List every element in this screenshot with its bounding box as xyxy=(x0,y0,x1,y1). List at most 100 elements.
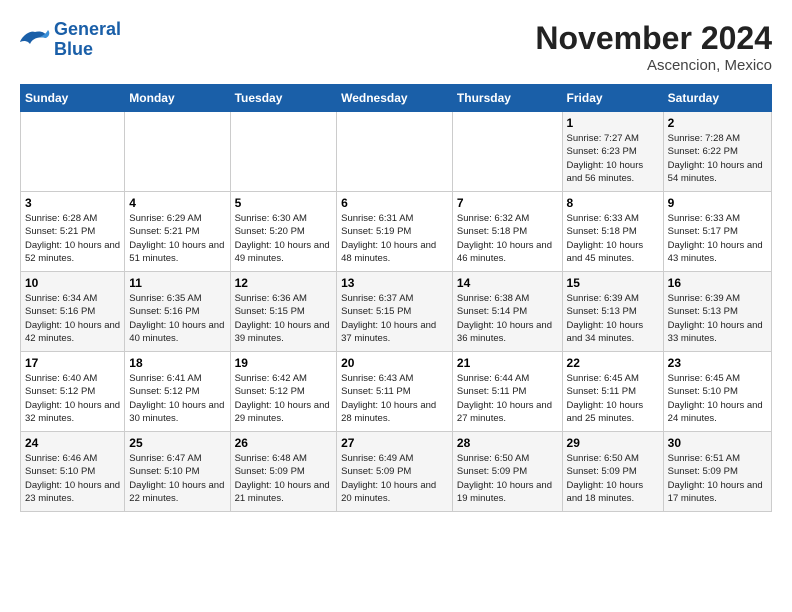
day-info: Sunrise: 6:34 AM Sunset: 5:16 PM Dayligh… xyxy=(25,292,120,345)
header-monday: Monday xyxy=(125,85,230,112)
calendar-cell: 16 Sunrise: 6:39 AM Sunset: 5:13 PM Dayli… xyxy=(663,272,771,352)
week-row-1: 3 Sunrise: 6:28 AM Sunset: 5:21 PM Daylig… xyxy=(21,192,772,272)
calendar-cell: 8 Sunrise: 6:33 AM Sunset: 5:18 PM Daylig… xyxy=(562,192,663,272)
day-info: Sunrise: 6:36 AM Sunset: 5:15 PM Dayligh… xyxy=(235,292,333,345)
header-friday: Friday xyxy=(562,85,663,112)
calendar-cell: 7 Sunrise: 6:32 AM Sunset: 5:18 PM Daylig… xyxy=(452,192,562,272)
day-info: Sunrise: 6:33 AM Sunset: 5:18 PM Dayligh… xyxy=(567,212,659,265)
day-info: Sunrise: 6:45 AM Sunset: 5:11 PM Dayligh… xyxy=(567,372,659,425)
day-number: 8 xyxy=(567,196,659,210)
calendar-cell: 28 Sunrise: 6:50 AM Sunset: 5:09 PM Dayli… xyxy=(452,432,562,512)
day-number: 11 xyxy=(129,276,225,290)
day-number: 24 xyxy=(25,436,120,450)
day-info: Sunrise: 6:41 AM Sunset: 5:12 PM Dayligh… xyxy=(129,372,225,425)
day-info: Sunrise: 6:49 AM Sunset: 5:09 PM Dayligh… xyxy=(341,452,448,505)
day-info: Sunrise: 6:51 AM Sunset: 5:09 PM Dayligh… xyxy=(668,452,767,505)
day-info: Sunrise: 6:45 AM Sunset: 5:10 PM Dayligh… xyxy=(668,372,767,425)
month-title: November 2024 xyxy=(535,20,772,57)
page-header: General Blue November 2024 Ascencion, Me… xyxy=(20,20,772,74)
day-number: 21 xyxy=(457,356,558,370)
day-number: 25 xyxy=(129,436,225,450)
day-number: 3 xyxy=(25,196,120,210)
day-number: 20 xyxy=(341,356,448,370)
day-number: 30 xyxy=(668,436,767,450)
day-info: Sunrise: 6:33 AM Sunset: 5:17 PM Dayligh… xyxy=(668,212,767,265)
calendar-cell: 27 Sunrise: 6:49 AM Sunset: 5:09 PM Dayli… xyxy=(337,432,453,512)
day-number: 28 xyxy=(457,436,558,450)
day-info: Sunrise: 6:35 AM Sunset: 5:16 PM Dayligh… xyxy=(129,292,225,345)
day-info: Sunrise: 6:42 AM Sunset: 5:12 PM Dayligh… xyxy=(235,372,333,425)
day-info: Sunrise: 6:29 AM Sunset: 5:21 PM Dayligh… xyxy=(129,212,225,265)
calendar-cell: 15 Sunrise: 6:39 AM Sunset: 5:13 PM Dayli… xyxy=(562,272,663,352)
day-number: 5 xyxy=(235,196,333,210)
logo: General Blue xyxy=(20,20,121,60)
header-sunday: Sunday xyxy=(21,85,125,112)
day-info: Sunrise: 7:28 AM Sunset: 6:22 PM Dayligh… xyxy=(668,132,767,185)
day-info: Sunrise: 6:39 AM Sunset: 5:13 PM Dayligh… xyxy=(668,292,767,345)
logo-text: General Blue xyxy=(54,20,121,60)
week-row-4: 24Sunrise: 6:46 AM Sunset: 5:10 PM Dayli… xyxy=(21,432,772,512)
calendar-cell: 11 Sunrise: 6:35 AM Sunset: 5:16 PM Dayli… xyxy=(125,272,230,352)
day-number: 23 xyxy=(668,356,767,370)
day-number: 27 xyxy=(341,436,448,450)
day-number: 1 xyxy=(567,116,659,130)
calendar-cell: 17Sunrise: 6:40 AM Sunset: 5:12 PM Dayli… xyxy=(21,352,125,432)
day-number: 14 xyxy=(457,276,558,290)
title-block: November 2024 Ascencion, Mexico xyxy=(535,20,772,74)
calendar-cell: 9 Sunrise: 6:33 AM Sunset: 5:17 PM Daylig… xyxy=(663,192,771,272)
calendar-cell: 10Sunrise: 6:34 AM Sunset: 5:16 PM Dayli… xyxy=(21,272,125,352)
calendar-cell xyxy=(452,112,562,192)
day-number: 7 xyxy=(457,196,558,210)
week-row-3: 17Sunrise: 6:40 AM Sunset: 5:12 PM Dayli… xyxy=(21,352,772,432)
day-info: Sunrise: 6:31 AM Sunset: 5:19 PM Dayligh… xyxy=(341,212,448,265)
calendar-cell: 4 Sunrise: 6:29 AM Sunset: 5:21 PM Daylig… xyxy=(125,192,230,272)
calendar-cell: 12 Sunrise: 6:36 AM Sunset: 5:15 PM Dayli… xyxy=(230,272,337,352)
calendar-cell xyxy=(230,112,337,192)
day-info: Sunrise: 6:44 AM Sunset: 5:11 PM Dayligh… xyxy=(457,372,558,425)
day-info: Sunrise: 6:40 AM Sunset: 5:12 PM Dayligh… xyxy=(25,372,120,425)
calendar-cell: 3 Sunrise: 6:28 AM Sunset: 5:21 PM Daylig… xyxy=(21,192,125,272)
calendar-cell: 2 Sunrise: 7:28 AM Sunset: 6:22 PM Daylig… xyxy=(663,112,771,192)
location: Ascencion, Mexico xyxy=(535,57,772,74)
day-info: Sunrise: 6:32 AM Sunset: 5:18 PM Dayligh… xyxy=(457,212,558,265)
week-row-0: 1Sunrise: 7:27 AM Sunset: 6:23 PM Daylig… xyxy=(21,112,772,192)
header-tuesday: Tuesday xyxy=(230,85,337,112)
calendar-cell xyxy=(337,112,453,192)
day-number: 12 xyxy=(235,276,333,290)
header-wednesday: Wednesday xyxy=(337,85,453,112)
calendar-cell: 29Sunrise: 6:50 AM Sunset: 5:09 PM Dayli… xyxy=(562,432,663,512)
calendar-cell: 25 Sunrise: 6:47 AM Sunset: 5:10 PM Dayli… xyxy=(125,432,230,512)
calendar-cell: 22Sunrise: 6:45 AM Sunset: 5:11 PM Dayli… xyxy=(562,352,663,432)
calendar-cell: 20 Sunrise: 6:43 AM Sunset: 5:11 PM Dayli… xyxy=(337,352,453,432)
day-info: Sunrise: 6:28 AM Sunset: 5:21 PM Dayligh… xyxy=(25,212,120,265)
day-info: Sunrise: 6:30 AM Sunset: 5:20 PM Dayligh… xyxy=(235,212,333,265)
day-number: 15 xyxy=(567,276,659,290)
calendar-cell: 26Sunrise: 6:48 AM Sunset: 5:09 PM Dayli… xyxy=(230,432,337,512)
day-number: 19 xyxy=(235,356,333,370)
day-info: Sunrise: 6:50 AM Sunset: 5:09 PM Dayligh… xyxy=(457,452,558,505)
day-number: 13 xyxy=(341,276,448,290)
calendar-cell: 18Sunrise: 6:41 AM Sunset: 5:12 PM Dayli… xyxy=(125,352,230,432)
day-number: 9 xyxy=(668,196,767,210)
day-info: Sunrise: 6:38 AM Sunset: 5:14 PM Dayligh… xyxy=(457,292,558,345)
calendar-cell: 1Sunrise: 7:27 AM Sunset: 6:23 PM Daylig… xyxy=(562,112,663,192)
calendar-header-row: SundayMondayTuesdayWednesdayThursdayFrid… xyxy=(21,85,772,112)
day-info: Sunrise: 6:43 AM Sunset: 5:11 PM Dayligh… xyxy=(341,372,448,425)
day-number: 26 xyxy=(235,436,333,450)
day-info: Sunrise: 6:50 AM Sunset: 5:09 PM Dayligh… xyxy=(567,452,659,505)
day-number: 6 xyxy=(341,196,448,210)
calendar-cell: 19 Sunrise: 6:42 AM Sunset: 5:12 PM Dayli… xyxy=(230,352,337,432)
calendar-table: SundayMondayTuesdayWednesdayThursdayFrid… xyxy=(20,84,772,512)
day-info: Sunrise: 6:47 AM Sunset: 5:10 PM Dayligh… xyxy=(129,452,225,505)
calendar-cell xyxy=(125,112,230,192)
calendar-cell xyxy=(21,112,125,192)
day-number: 2 xyxy=(668,116,767,130)
day-number: 4 xyxy=(129,196,225,210)
day-info: Sunrise: 6:39 AM Sunset: 5:13 PM Dayligh… xyxy=(567,292,659,345)
day-info: Sunrise: 6:37 AM Sunset: 5:15 PM Dayligh… xyxy=(341,292,448,345)
calendar-cell: 24Sunrise: 6:46 AM Sunset: 5:10 PM Dayli… xyxy=(21,432,125,512)
day-number: 16 xyxy=(668,276,767,290)
header-thursday: Thursday xyxy=(452,85,562,112)
logo-bird-icon xyxy=(20,28,50,52)
calendar-cell: 13 Sunrise: 6:37 AM Sunset: 5:15 PM Dayli… xyxy=(337,272,453,352)
